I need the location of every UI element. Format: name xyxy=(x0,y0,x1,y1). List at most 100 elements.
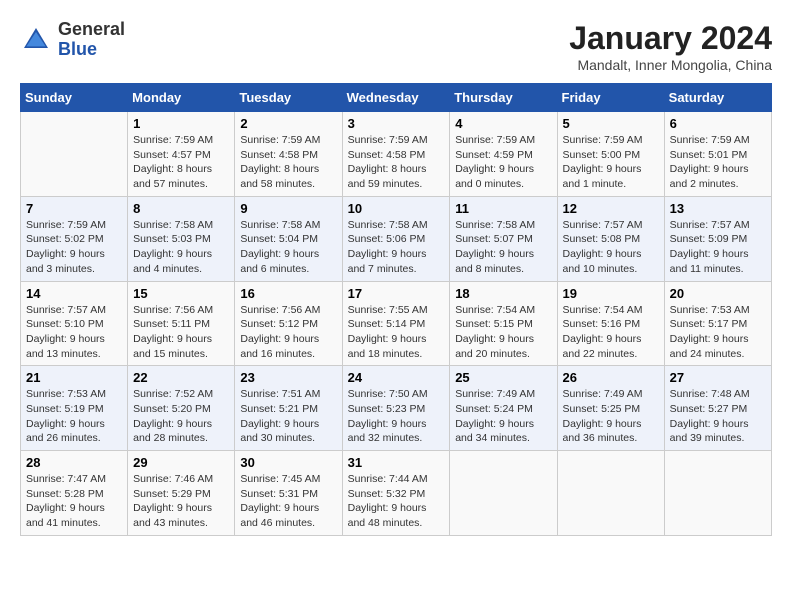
calendar-cell xyxy=(21,112,128,197)
calendar-body: 1 Sunrise: 7:59 AMSunset: 4:57 PMDaylight… xyxy=(21,112,772,536)
day-number: 29 xyxy=(133,455,229,470)
header-sunday: Sunday xyxy=(21,84,128,112)
header-friday: Friday xyxy=(557,84,664,112)
day-info: Sunrise: 7:57 AMSunset: 5:08 PMDaylight:… xyxy=(563,218,659,277)
day-number: 8 xyxy=(133,201,229,216)
calendar-cell: 26 Sunrise: 7:49 AMSunset: 5:25 PMDayligh… xyxy=(557,366,664,451)
calendar-cell: 14Sunrise: 7:57 AMSunset: 5:10 PMDayligh… xyxy=(21,281,128,366)
day-info: Sunrise: 7:59 AMSunset: 4:59 PMDaylight:… xyxy=(455,133,551,192)
calendar-cell: 4 Sunrise: 7:59 AMSunset: 4:59 PMDaylight… xyxy=(450,112,557,197)
day-info: Sunrise: 7:58 AMSunset: 5:03 PMDaylight:… xyxy=(133,218,229,277)
calendar-subtitle: Mandalt, Inner Mongolia, China xyxy=(569,57,772,73)
calendar-cell: 15 Sunrise: 7:56 AMSunset: 5:11 PMDayligh… xyxy=(128,281,235,366)
day-info: Sunrise: 7:48 AMSunset: 5:27 PMDaylight:… xyxy=(670,387,766,446)
day-info: Sunrise: 7:51 AMSunset: 5:21 PMDaylight:… xyxy=(240,387,336,446)
day-info: Sunrise: 7:54 AMSunset: 5:16 PMDaylight:… xyxy=(563,303,659,362)
calendar-cell: 8 Sunrise: 7:58 AMSunset: 5:03 PMDaylight… xyxy=(128,196,235,281)
day-number: 11 xyxy=(455,201,551,216)
calendar-week-row: 28Sunrise: 7:47 AMSunset: 5:28 PMDayligh… xyxy=(21,451,772,536)
calendar-cell: 23 Sunrise: 7:51 AMSunset: 5:21 PMDayligh… xyxy=(235,366,342,451)
calendar-cell: 27Sunrise: 7:48 AMSunset: 5:27 PMDayligh… xyxy=(664,366,771,451)
calendar-week-row: 1 Sunrise: 7:59 AMSunset: 4:57 PMDaylight… xyxy=(21,112,772,197)
title-block: January 2024 Mandalt, Inner Mongolia, Ch… xyxy=(569,20,772,73)
day-info: Sunrise: 7:50 AMSunset: 5:23 PMDaylight:… xyxy=(348,387,445,446)
day-info: Sunrise: 7:56 AMSunset: 5:12 PMDaylight:… xyxy=(240,303,336,362)
calendar-cell: 3 Sunrise: 7:59 AMSunset: 4:58 PMDaylight… xyxy=(342,112,450,197)
day-number: 1 xyxy=(133,116,229,131)
calendar-cell: 11 Sunrise: 7:58 AMSunset: 5:07 PMDayligh… xyxy=(450,196,557,281)
day-info: Sunrise: 7:59 AMSunset: 4:57 PMDaylight:… xyxy=(133,133,229,192)
calendar-cell: 9 Sunrise: 7:58 AMSunset: 5:04 PMDaylight… xyxy=(235,196,342,281)
day-number: 10 xyxy=(348,201,445,216)
day-number: 17 xyxy=(348,286,445,301)
day-number: 7 xyxy=(26,201,122,216)
day-number: 19 xyxy=(563,286,659,301)
calendar-cell: 10 Sunrise: 7:58 AMSunset: 5:06 PMDayligh… xyxy=(342,196,450,281)
day-number: 21 xyxy=(26,370,122,385)
day-info: Sunrise: 7:55 AMSunset: 5:14 PMDaylight:… xyxy=(348,303,445,362)
day-info: Sunrise: 7:45 AMSunset: 5:31 PMDaylight:… xyxy=(240,472,336,531)
calendar-week-row: 21 Sunrise: 7:53 AMSunset: 5:19 PMDayligh… xyxy=(21,366,772,451)
day-number: 9 xyxy=(240,201,336,216)
day-info: Sunrise: 7:58 AMSunset: 5:04 PMDaylight:… xyxy=(240,218,336,277)
day-info: Sunrise: 7:59 AMSunset: 4:58 PMDaylight:… xyxy=(348,133,445,192)
day-number: 22 xyxy=(133,370,229,385)
calendar-cell: 17 Sunrise: 7:55 AMSunset: 5:14 PMDayligh… xyxy=(342,281,450,366)
day-number: 23 xyxy=(240,370,336,385)
calendar-title: January 2024 xyxy=(569,20,772,57)
day-number: 2 xyxy=(240,116,336,131)
calendar-cell xyxy=(557,451,664,536)
calendar-week-row: 7 Sunrise: 7:59 AMSunset: 5:02 PMDaylight… xyxy=(21,196,772,281)
calendar-cell: 25 Sunrise: 7:49 AMSunset: 5:24 PMDayligh… xyxy=(450,366,557,451)
day-number: 4 xyxy=(455,116,551,131)
header-tuesday: Tuesday xyxy=(235,84,342,112)
day-info: Sunrise: 7:52 AMSunset: 5:20 PMDaylight:… xyxy=(133,387,229,446)
calendar-table: Sunday Monday Tuesday Wednesday Thursday… xyxy=(20,83,772,536)
calendar-cell: 30 Sunrise: 7:45 AMSunset: 5:31 PMDayligh… xyxy=(235,451,342,536)
calendar-cell: 29Sunrise: 7:46 AMSunset: 5:29 PMDayligh… xyxy=(128,451,235,536)
calendar-cell: 2 Sunrise: 7:59 AMSunset: 4:58 PMDaylight… xyxy=(235,112,342,197)
page-header: General Blue January 2024 Mandalt, Inner… xyxy=(20,20,772,73)
calendar-cell: 22 Sunrise: 7:52 AMSunset: 5:20 PMDayligh… xyxy=(128,366,235,451)
day-number: 14 xyxy=(26,286,122,301)
day-info: Sunrise: 7:58 AMSunset: 5:06 PMDaylight:… xyxy=(348,218,445,277)
day-number: 24 xyxy=(348,370,445,385)
day-number: 31 xyxy=(348,455,445,470)
day-info: Sunrise: 7:49 AMSunset: 5:24 PMDaylight:… xyxy=(455,387,551,446)
calendar-cell xyxy=(450,451,557,536)
calendar-cell: 18 Sunrise: 7:54 AMSunset: 5:15 PMDayligh… xyxy=(450,281,557,366)
day-info: Sunrise: 7:59 AMSunset: 4:58 PMDaylight:… xyxy=(240,133,336,192)
calendar-cell: 12Sunrise: 7:57 AMSunset: 5:08 PMDayligh… xyxy=(557,196,664,281)
day-number: 25 xyxy=(455,370,551,385)
days-header-row: Sunday Monday Tuesday Wednesday Thursday… xyxy=(21,84,772,112)
day-number: 13 xyxy=(670,201,766,216)
calendar-cell: 19 Sunrise: 7:54 AMSunset: 5:16 PMDayligh… xyxy=(557,281,664,366)
day-info: Sunrise: 7:59 AMSunset: 5:01 PMDaylight:… xyxy=(670,133,766,192)
calendar-cell: 31 Sunrise: 7:44 AMSunset: 5:32 PMDayligh… xyxy=(342,451,450,536)
day-info: Sunrise: 7:44 AMSunset: 5:32 PMDaylight:… xyxy=(348,472,445,531)
day-number: 30 xyxy=(240,455,336,470)
day-info: Sunrise: 7:59 AMSunset: 5:00 PMDaylight:… xyxy=(563,133,659,192)
day-number: 3 xyxy=(348,116,445,131)
day-info: Sunrise: 7:56 AMSunset: 5:11 PMDaylight:… xyxy=(133,303,229,362)
day-number: 20 xyxy=(670,286,766,301)
logo-icon xyxy=(20,24,52,56)
day-info: Sunrise: 7:54 AMSunset: 5:15 PMDaylight:… xyxy=(455,303,551,362)
day-number: 18 xyxy=(455,286,551,301)
calendar-cell xyxy=(664,451,771,536)
header-monday: Monday xyxy=(128,84,235,112)
header-thursday: Thursday xyxy=(450,84,557,112)
calendar-cell: 21 Sunrise: 7:53 AMSunset: 5:19 PMDayligh… xyxy=(21,366,128,451)
calendar-cell: 1 Sunrise: 7:59 AMSunset: 4:57 PMDaylight… xyxy=(128,112,235,197)
day-number: 26 xyxy=(563,370,659,385)
day-info: Sunrise: 7:53 AMSunset: 5:19 PMDaylight:… xyxy=(26,387,122,446)
day-info: Sunrise: 7:58 AMSunset: 5:07 PMDaylight:… xyxy=(455,218,551,277)
calendar-cell: 28Sunrise: 7:47 AMSunset: 5:28 PMDayligh… xyxy=(21,451,128,536)
calendar-cell: 5Sunrise: 7:59 AMSunset: 5:00 PMDaylight… xyxy=(557,112,664,197)
day-info: Sunrise: 7:53 AMSunset: 5:17 PMDaylight:… xyxy=(670,303,766,362)
day-number: 16 xyxy=(240,286,336,301)
day-info: Sunrise: 7:49 AMSunset: 5:25 PMDaylight:… xyxy=(563,387,659,446)
calendar-cell: 6Sunrise: 7:59 AMSunset: 5:01 PMDaylight… xyxy=(664,112,771,197)
day-number: 15 xyxy=(133,286,229,301)
day-info: Sunrise: 7:59 AMSunset: 5:02 PMDaylight:… xyxy=(26,218,122,277)
